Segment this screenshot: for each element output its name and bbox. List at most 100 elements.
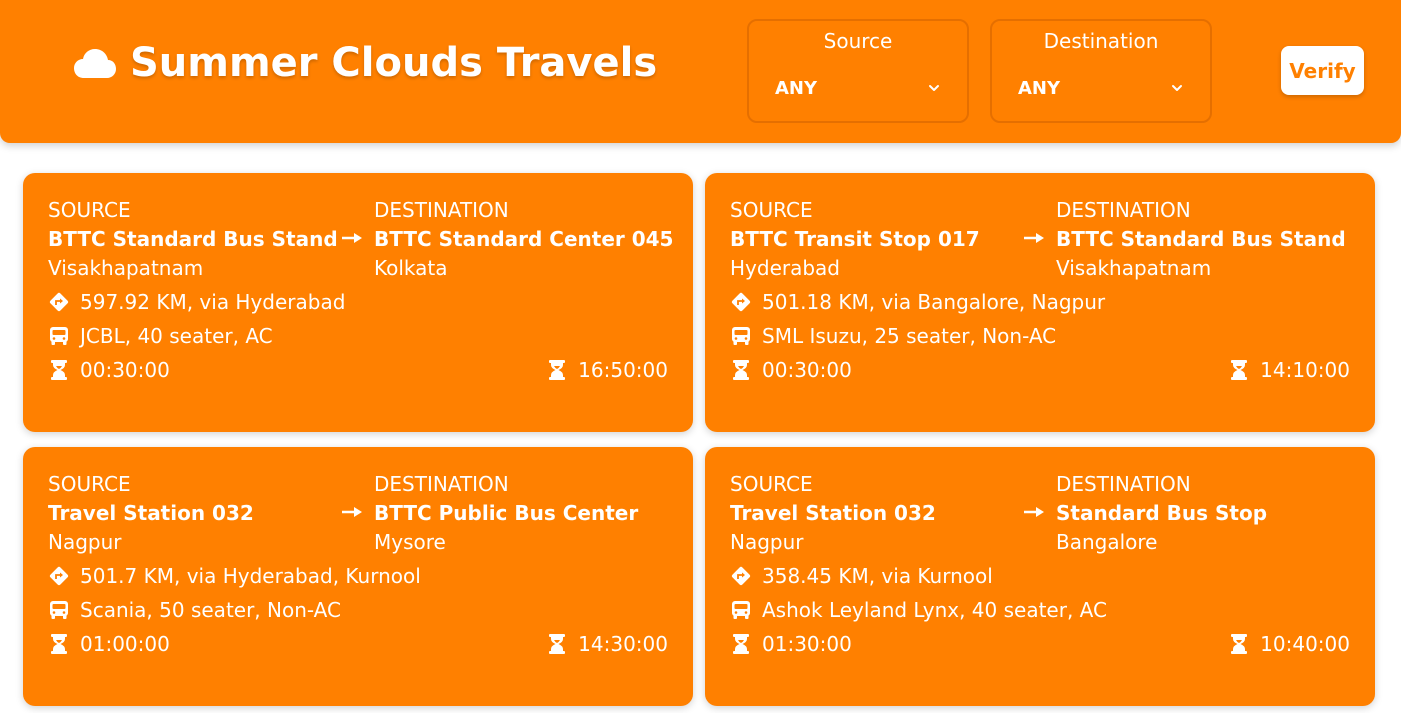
destination-select[interactable]: ANY — [1006, 71, 1196, 105]
cloud-icon — [74, 49, 116, 78]
trip-card[interactable]: SOURCE BTTC Standard Bus Stand Visakhapa… — [23, 173, 693, 432]
route-icon — [49, 566, 69, 586]
brand: Summer Clouds Travels — [72, 40, 657, 86]
bus-icon — [732, 327, 750, 345]
chevron-down-icon — [929, 85, 939, 91]
distance-text: 501.18 KM, via Bangalore, Nagpur — [762, 290, 1106, 314]
source-column: SOURCE BTTC Transit Stop 017 Hyderabad — [730, 197, 980, 281]
source-caption: SOURCE — [48, 472, 131, 496]
distance-row: 501.18 KM, via Bangalore, Nagpur — [730, 290, 1105, 314]
destination-caption: DESTINATION — [374, 472, 509, 496]
destination-stop: Standard Bus Stop — [1056, 501, 1268, 525]
destination-city: Bangalore — [1056, 530, 1158, 554]
destination-stop: BTTC Standard Center 045 — [374, 227, 674, 251]
hourglass-icon — [733, 360, 749, 380]
arrow-right-icon — [342, 233, 362, 243]
source-column: SOURCE Travel Station 032 Nagpur — [730, 471, 936, 555]
hourglass-icon — [51, 360, 67, 380]
arrow-right-icon — [342, 507, 362, 517]
hourglass-icon — [733, 634, 749, 654]
arrival-time: 10:40:00 — [1260, 632, 1350, 656]
destination-column: DESTINATION Standard Bus Stop Bangalore — [1056, 471, 1267, 555]
destination-filter-label: Destination — [1043, 29, 1159, 53]
source-city: Nagpur — [730, 530, 804, 554]
source-select[interactable]: ANY — [763, 71, 953, 105]
departure-row: 00:30:00 — [730, 358, 852, 382]
source-column: SOURCE BTTC Standard Bus Stand Visakhapa… — [48, 197, 338, 281]
arrow-right-icon — [1024, 233, 1044, 243]
source-stop: Travel Station 032 — [48, 501, 254, 525]
departure-time: 00:30:00 — [80, 358, 170, 382]
arrival-time: 14:10:00 — [1260, 358, 1350, 382]
distance-text: 501.7 KM, via Hyderabad, Kurnool — [80, 564, 421, 588]
hourglass-icon — [549, 360, 566, 380]
destination-city: Kolkata — [374, 256, 448, 280]
departure-time: 00:30:00 — [762, 358, 852, 382]
destination-city: Mysore — [374, 530, 446, 554]
bus-row: SML Isuzu, 25 seater, Non-AC — [730, 324, 1056, 348]
arrival-row: 10:40:00 — [1228, 632, 1350, 656]
departure-row: 01:30:00 — [730, 632, 852, 656]
hourglass-icon — [1231, 360, 1248, 380]
arrival-row: 14:30:00 — [546, 632, 668, 656]
destination-column: DESTINATION BTTC Standard Bus Stand Visa… — [1056, 197, 1346, 281]
destination-caption: DESTINATION — [374, 198, 509, 222]
source-stop: Travel Station 032 — [730, 501, 936, 525]
arrival-time: 14:30:00 — [578, 632, 668, 656]
destination-stop: BTTC Standard Bus Stand — [1056, 227, 1346, 251]
source-select-value: ANY — [775, 77, 818, 99]
destination-filter: Destination ANY — [990, 19, 1212, 123]
arrival-row: 16:50:00 — [546, 358, 668, 382]
trip-card[interactable]: SOURCE Travel Station 032 Nagpur DESTINA… — [23, 447, 693, 706]
destination-select-value: ANY — [1018, 77, 1061, 99]
route-icon — [49, 292, 69, 312]
source-filter: Source ANY — [747, 19, 969, 123]
bus-row: Scania, 50 seater, Non-AC — [48, 598, 341, 622]
bus-row: JCBL, 40 seater, AC — [48, 324, 273, 348]
source-city: Nagpur — [48, 530, 122, 554]
source-city: Hyderabad — [730, 256, 840, 280]
source-city: Visakhapatnam — [48, 256, 204, 280]
bus-icon — [732, 601, 750, 619]
hourglass-icon — [51, 634, 67, 654]
destination-city: Visakhapatnam — [1056, 256, 1212, 280]
distance-row: 358.45 KM, via Kurnool — [730, 564, 993, 588]
arrival-row: 14:10:00 — [1228, 358, 1350, 382]
source-stop: BTTC Transit Stop 017 — [730, 227, 980, 251]
chevron-down-icon — [1172, 85, 1182, 91]
app-title: Summer Clouds Travels — [130, 40, 658, 86]
distance-text: 597.92 KM, via Hyderabad — [80, 290, 346, 314]
distance-row: 597.92 KM, via Hyderabad — [48, 290, 345, 314]
hourglass-icon — [549, 634, 566, 654]
bus-text: Ashok Leyland Lynx, 40 seater, AC — [762, 598, 1107, 622]
verify-button[interactable]: Verify — [1281, 46, 1364, 95]
departure-time: 01:30:00 — [762, 632, 852, 656]
destination-stop: BTTC Public Bus Center — [374, 501, 639, 525]
bus-text: JCBL, 40 seater, AC — [80, 324, 273, 348]
trip-card[interactable]: SOURCE Travel Station 032 Nagpur DESTINA… — [705, 447, 1375, 706]
distance-row: 501.7 KM, via Hyderabad, Kurnool — [48, 564, 421, 588]
bus-row: Ashok Leyland Lynx, 40 seater, AC — [730, 598, 1107, 622]
source-caption: SOURCE — [730, 472, 813, 496]
destination-caption: DESTINATION — [1056, 198, 1191, 222]
source-caption: SOURCE — [730, 198, 813, 222]
route-icon — [731, 566, 751, 586]
destination-caption: DESTINATION — [1056, 472, 1191, 496]
source-caption: SOURCE — [48, 198, 131, 222]
departure-row: 00:30:00 — [48, 358, 170, 382]
source-filter-label: Source — [823, 29, 893, 53]
route-icon — [731, 292, 751, 312]
destination-column: DESTINATION BTTC Public Bus Center Mysor… — [374, 471, 638, 555]
bus-text: SML Isuzu, 25 seater, Non-AC — [762, 324, 1057, 348]
distance-text: 358.45 KM, via Kurnool — [762, 564, 993, 588]
hourglass-icon — [1231, 634, 1248, 654]
destination-column: DESTINATION BTTC Standard Center 045 Kol… — [374, 197, 673, 281]
departure-row: 01:00:00 — [48, 632, 170, 656]
trip-card[interactable]: SOURCE BTTC Transit Stop 017 Hyderabad D… — [705, 173, 1375, 432]
bus-icon — [50, 327, 68, 345]
app-header: Summer Clouds Travels Source ANY Destina… — [0, 0, 1401, 143]
source-column: SOURCE Travel Station 032 Nagpur — [48, 471, 254, 555]
arrival-time: 16:50:00 — [578, 358, 668, 382]
source-stop: BTTC Standard Bus Stand — [48, 227, 338, 251]
bus-text: Scania, 50 seater, Non-AC — [80, 598, 341, 622]
